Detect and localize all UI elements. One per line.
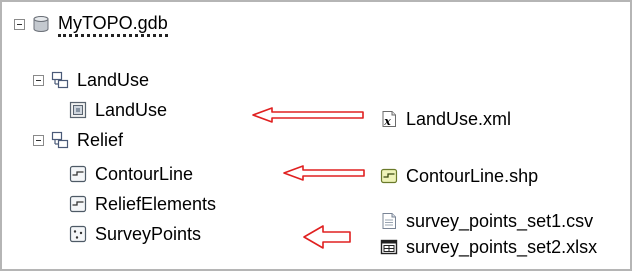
root-label: MyTOPO.gdb — [58, 12, 168, 37]
tree-node-dataset-relief[interactable]: Relief — [33, 126, 123, 154]
tree-node-dataset-landuse[interactable]: LandUse — [33, 66, 149, 94]
catalog-tree-panel: MyTOPO.gdb LandUse LandUse Relief Contou… — [0, 0, 632, 271]
feature-dataset-icon — [51, 71, 69, 89]
shapefile-icon — [380, 168, 398, 184]
excel-file-icon — [380, 239, 398, 255]
tree-node-fc-surveypoints[interactable]: SurveyPoints — [69, 220, 201, 248]
source-file-label: ContourLine.shp — [406, 166, 539, 186]
dataset-label-landuse: LandUse — [77, 70, 150, 90]
tree-node-root[interactable]: MyTOPO.gdb — [14, 10, 168, 38]
source-file-survey-csv[interactable]: survey_points_set1.csv — [380, 207, 593, 235]
collapse-toggle-relief[interactable] — [33, 134, 44, 146]
tree-node-fc-landuse[interactable]: LandUse — [69, 96, 167, 124]
line-feature-class-icon — [69, 165, 87, 183]
csv-file-icon — [382, 213, 396, 229]
source-file-contourline-shp[interactable]: ContourLine.shp — [380, 162, 538, 190]
fc-label-reliefelements: ReliefElements — [95, 194, 217, 214]
import-arrow-icon — [252, 107, 364, 123]
source-file-landuse-xml[interactable]: x LandUse.xml — [380, 105, 511, 133]
source-file-survey-xlsx[interactable]: survey_points_set2.xlsx — [380, 233, 597, 261]
source-file-label: survey_points_set1.csv — [406, 211, 594, 231]
point-feature-class-icon — [69, 225, 87, 243]
line-feature-class-icon — [69, 195, 87, 213]
geodatabase-icon — [33, 16, 49, 32]
svg-text:x: x — [383, 115, 391, 128]
dataset-label-relief: Relief — [77, 130, 124, 150]
fc-label-contourline: ContourLine — [95, 164, 194, 184]
import-arrow-icon — [303, 225, 351, 249]
source-file-label: survey_points_set2.xlsx — [406, 237, 598, 257]
source-file-label: LandUse.xml — [406, 109, 512, 129]
collapse-toggle-landuse[interactable] — [33, 74, 44, 86]
collapse-toggle-root[interactable] — [14, 18, 25, 30]
fc-label-landuse: LandUse — [95, 100, 168, 120]
polygon-feature-class-icon — [69, 101, 87, 119]
feature-dataset-icon — [51, 131, 69, 149]
tree-node-fc-contourline[interactable]: ContourLine — [69, 160, 193, 188]
import-arrow-icon — [283, 165, 365, 181]
tree-node-fc-reliefelements[interactable]: ReliefElements — [69, 190, 216, 218]
fc-label-surveypoints: SurveyPoints — [95, 224, 202, 244]
xml-file-icon: x — [382, 111, 396, 128]
